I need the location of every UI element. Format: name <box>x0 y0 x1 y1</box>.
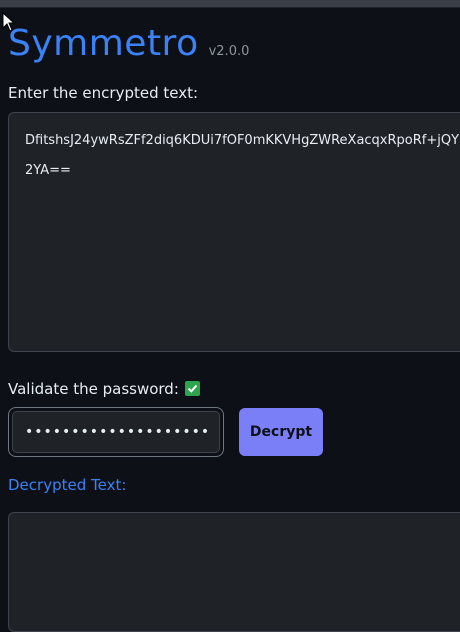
encrypted-text-line: DfitshsJ24ywRsZFf2diq6KDUi7fOF0mKKVHgZWR… <box>25 133 460 148</box>
password-validation-label: Validate the password: <box>8 380 179 398</box>
password-input[interactable] <box>12 411 220 453</box>
window-top-bar <box>0 0 460 8</box>
decrypt-button[interactable]: Decrypt <box>239 408 323 456</box>
encrypted-text-label: Enter the encrypted text: <box>8 84 199 102</box>
encrypted-text-line: 2YA== <box>25 163 71 178</box>
check-icon <box>184 381 200 396</box>
encrypted-text-area[interactable]: DfitshsJ24ywRsZFf2diq6KDUi7fOF0mKKVHgZWR… <box>8 112 460 352</box>
decrypted-text-area[interactable] <box>8 512 460 632</box>
app-title: Symmetro <box>8 23 199 64</box>
app-version: v2.0.0 <box>208 44 250 59</box>
app-header: Symmetro v2.0.0 <box>8 26 249 62</box>
password-validation-row: Validate the password: <box>8 380 200 398</box>
decrypted-text-label: Decrypted Text: <box>8 476 127 494</box>
password-field-focus-ring <box>8 407 224 457</box>
